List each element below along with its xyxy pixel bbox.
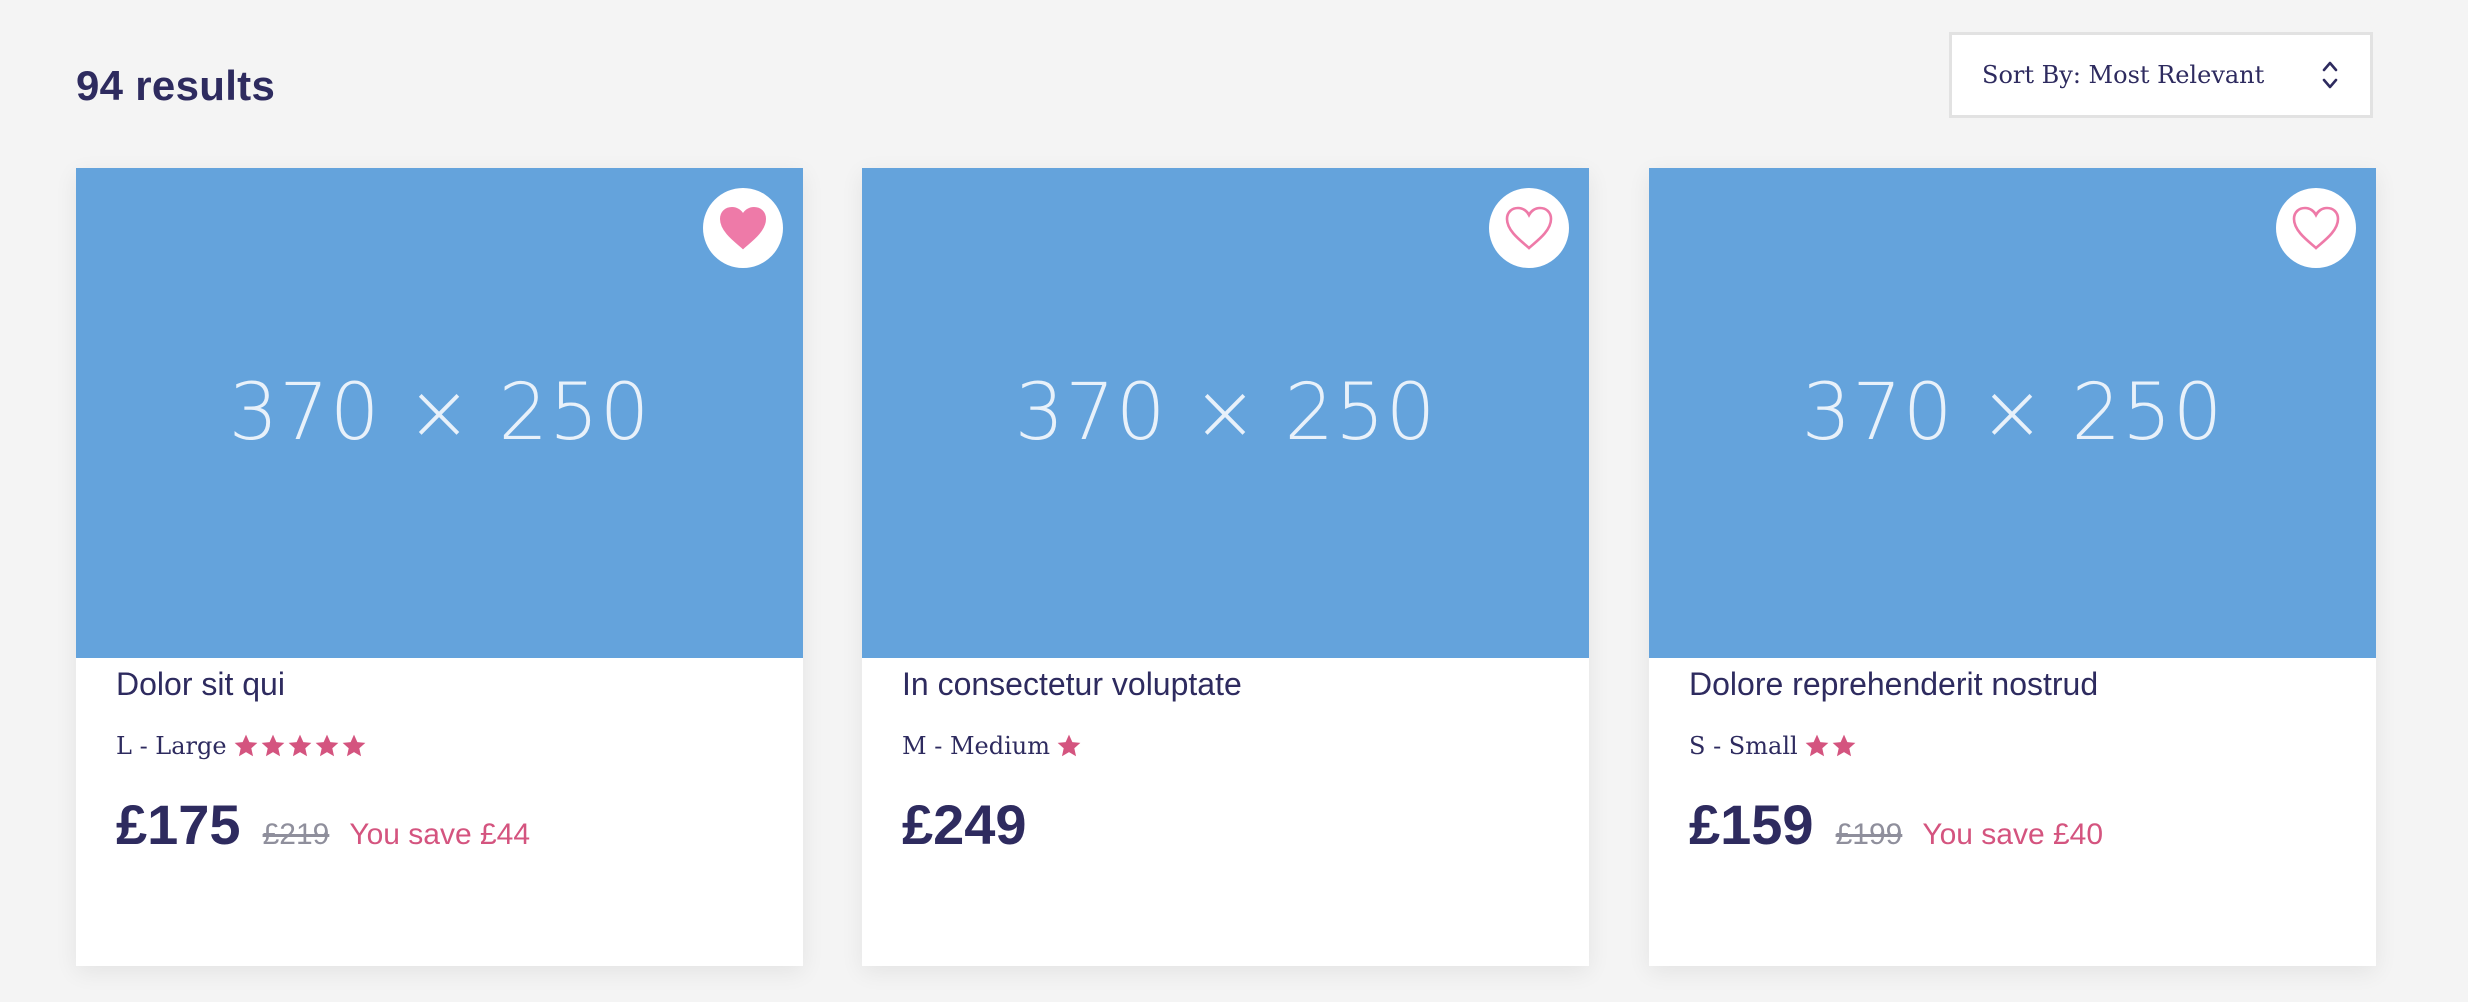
size-label: L - Large bbox=[116, 732, 227, 760]
saving-text: You save £40 bbox=[1922, 818, 2104, 851]
saving-text: You save £44 bbox=[349, 818, 531, 851]
star-icon bbox=[315, 734, 338, 757]
favorite-button[interactable] bbox=[1489, 188, 1569, 268]
original-price: £219 bbox=[262, 818, 330, 851]
sort-label: Sort By: Most Relevant bbox=[1982, 61, 2265, 89]
star-icon bbox=[1832, 734, 1856, 757]
product-card[interactable]: 370 × 250 Dolore reprehenderit nostrud S… bbox=[1649, 168, 2376, 966]
current-price: £249 bbox=[902, 793, 1027, 856]
current-price: £159 bbox=[1689, 793, 1814, 856]
sort-chevrons-icon bbox=[2322, 61, 2338, 89]
star-icon bbox=[1057, 734, 1081, 757]
heart-outline-icon bbox=[2292, 206, 2340, 250]
image-placeholder-text: 370 × 250 bbox=[1801, 368, 2224, 458]
product-card[interactable]: 370 × 250 In consectetur voluptate M - M… bbox=[862, 168, 1589, 966]
star-icon bbox=[342, 734, 365, 757]
heart-filled-icon bbox=[719, 206, 767, 250]
image-placeholder-text: 370 × 250 bbox=[228, 368, 651, 458]
product-meta: L - Large bbox=[116, 732, 368, 760]
star-icon bbox=[288, 734, 311, 757]
price-row: £249 bbox=[902, 792, 1049, 857]
product-image[interactable]: 370 × 250 bbox=[862, 168, 1589, 658]
price-row: £159 £199 You save £40 bbox=[1689, 792, 2103, 857]
size-label: M - Medium bbox=[902, 732, 1050, 760]
product-meta: M - Medium bbox=[902, 732, 1083, 760]
product-image[interactable]: 370 × 250 bbox=[76, 168, 803, 658]
favorite-button[interactable] bbox=[2276, 188, 2356, 268]
product-card[interactable]: 370 × 250 Dolor sit qui L - Large £175 £… bbox=[76, 168, 803, 966]
star-icon bbox=[1805, 734, 1829, 757]
star-icon bbox=[261, 734, 284, 757]
current-price: £175 bbox=[116, 793, 241, 856]
rating-stars bbox=[1056, 733, 1083, 759]
product-listing-page: 94 results Sort By: Most Relevant 370 × … bbox=[0, 0, 2468, 1002]
rating-stars bbox=[1804, 733, 1858, 759]
price-row: £175 £219 You save £44 bbox=[116, 792, 530, 857]
heart-outline-icon bbox=[1505, 206, 1553, 250]
star-icon bbox=[234, 734, 257, 757]
rating-stars bbox=[233, 733, 368, 759]
size-label: S - Small bbox=[1689, 732, 1798, 760]
sort-dropdown[interactable]: Sort By: Most Relevant bbox=[1949, 32, 2373, 118]
product-title[interactable]: Dolore reprehenderit nostrud bbox=[1689, 668, 2098, 700]
product-meta: S - Small bbox=[1689, 732, 1858, 760]
original-price: £199 bbox=[1835, 818, 1903, 851]
favorite-button[interactable] bbox=[703, 188, 783, 268]
product-title[interactable]: Dolor sit qui bbox=[116, 668, 285, 700]
product-image[interactable]: 370 × 250 bbox=[1649, 168, 2376, 658]
image-placeholder-text: 370 × 250 bbox=[1014, 368, 1437, 458]
product-title[interactable]: In consectetur voluptate bbox=[902, 668, 1242, 700]
results-count: 94 results bbox=[76, 62, 276, 109]
